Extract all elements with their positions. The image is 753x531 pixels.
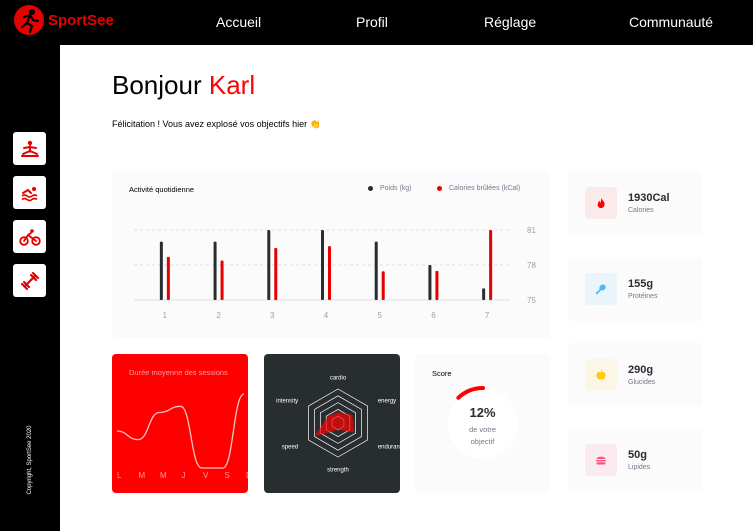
x-tick-label: 5 [377,311,382,320]
score-arc [456,386,485,400]
kpi-card-carbs: 290g Glucides [568,343,703,407]
brand-name: SportSee [48,11,114,29]
score-label-line2: objectif [470,437,495,446]
nav-profile[interactable]: Profil [356,14,388,30]
score-label-line1: de votre [468,425,497,434]
sessions-chart: LMMJVSD [116,393,248,480]
x-tick-label: 2 [216,311,221,320]
page-title: Bonjour Karl [112,70,255,101]
weight-bar [159,241,163,300]
kpi-value-proteins: 155g [628,278,654,290]
radar-axis-label: speed [282,445,298,451]
day-tick-label: L [117,471,122,480]
x-tick-label: 7 [485,311,490,320]
calories-bar [220,260,224,300]
activity-chart-card: Activité quotidienne Poids (kg) Calories… [112,171,550,338]
runner-icon [14,5,44,35]
radar-axis-label: energy [378,399,396,405]
kpi-card-calories: 1930Cal Calories [568,171,703,235]
x-tick-label: 6 [431,311,436,320]
clapping-emoji: 👏 [309,119,321,129]
day-tick-label: M [139,471,146,480]
calories-bar [274,247,278,300]
calories-bar [435,270,439,300]
nav-home[interactable]: Accueil [216,14,261,30]
calories-bar [381,271,385,300]
radar-axis-label: strength [327,468,349,474]
apple-icon [585,359,617,391]
swimming-icon [21,186,37,201]
greeting-prefix: Bonjour [112,70,202,100]
x-tick-label: 3 [270,311,275,320]
congrats-text: Félicitation ! Vous avez explosé vos obj… [112,119,308,129]
weight-bar [267,230,271,300]
y-tick-label: 75 [527,296,536,305]
sessions-line [116,393,245,469]
day-tick-label: S [225,471,230,480]
weight-bar [213,241,217,300]
y-tick-label: 81 [527,226,536,235]
logo[interactable]: SportSee [14,5,114,35]
sidebar-item-weights[interactable] [13,264,46,297]
kpi-label-proteins: Protéines [628,293,658,300]
sidebar-item-swimming[interactable] [13,176,46,209]
burger-icon [585,444,617,476]
day-tick-label: V [203,471,209,480]
yoga-icon [20,140,39,157]
performance-radar-chart: intensity speed strength endurance energy car… [276,376,400,474]
sidebar-item-yoga[interactable] [13,132,46,165]
day-tick-label: M [160,471,167,480]
dumbbell-icon [20,271,39,290]
sidebar-item-cycling[interactable] [13,220,46,253]
kpi-value-carbs: 290g [628,364,654,376]
nav-settings[interactable]: Réglage [484,14,536,30]
activity-chart: 81 78 75 1 2 3 4 5 6 7 [134,226,536,320]
user-name: Karl [208,70,256,100]
copyright: Copyright, SportSee 2020 [27,425,33,495]
kpi-card-proteins: 155g Protéines [568,257,703,321]
weight-bar [428,265,432,300]
y-tick-label: 78 [527,261,536,270]
x-tick-label: 4 [324,311,329,320]
score-chart-card: Score 12% de votre objectif [415,354,550,493]
nav-community[interactable]: Communauté [629,14,713,30]
top-navbar: SportSee Accueil Profil Réglage Communau… [0,0,753,45]
calories-bar [489,230,493,300]
sidebar: Copyright, SportSee 2020 [0,45,60,531]
score-radial-chart [456,386,485,400]
cycling-icon [18,228,41,246]
kpi-value-calories: 1930Cal [628,192,670,204]
score-percent: 12% [469,405,496,420]
kpi-value-lipids: 50g [628,449,647,461]
kpi-label-carbs: Glucides [628,379,656,386]
performance-chart-card: intensity speed strength endurance energy car… [264,354,400,493]
radar-axis-label: cardio [330,376,347,382]
day-tick-label: J [182,471,186,480]
radar-axis-label: intensity [276,399,298,405]
x-tick-label: 1 [163,311,168,320]
calories-bar [328,246,331,300]
kpi-label-lipids: Lipides [628,464,651,471]
sessions-chart-card: Durée moyenne des sessions LMMJVSD [112,354,248,493]
flame-icon [585,187,617,219]
calories-bar [166,256,170,300]
chicken-icon [585,273,617,305]
day-tick-label: D [246,471,248,480]
weight-bar [321,230,324,300]
kpi-label-calories: Calories [628,207,654,214]
congrats-message: Félicitation ! Vous avez explosé vos obj… [112,119,321,130]
weight-bar [374,241,378,300]
radar-axis-label: endurance [378,445,400,451]
kpi-card-lipids: 50g Lipides [568,428,703,492]
weight-bar [482,288,486,300]
